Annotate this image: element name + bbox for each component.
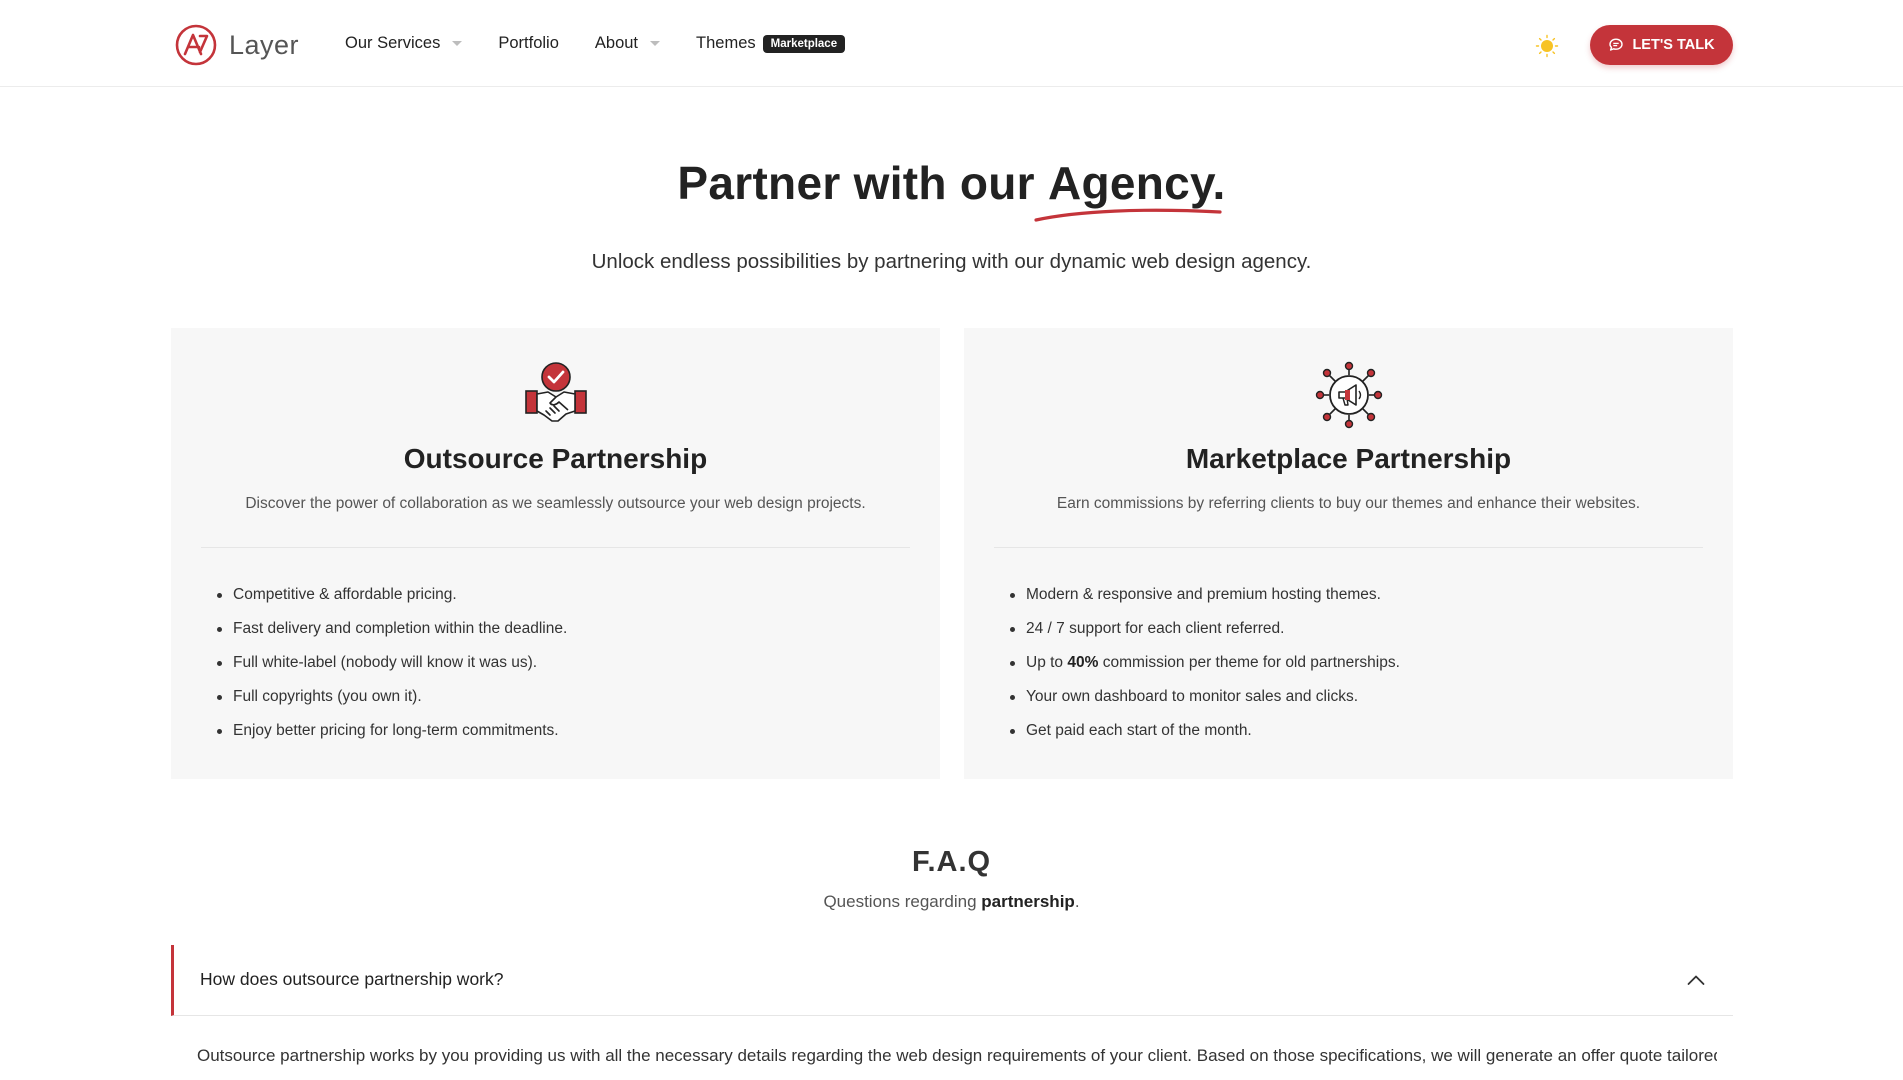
list-item: Full white-label (nobody will know it wa…: [216, 646, 567, 680]
list-item: Enjoy better pricing for long-term commi…: [216, 714, 567, 748]
underline-decoration: [1034, 208, 1222, 222]
nav-item-portfolio[interactable]: Portfolio: [498, 34, 559, 53]
feature-list: Competitive & affordable pricing. Fast d…: [216, 578, 567, 748]
list-item: Full copyrights (you own it).: [216, 680, 567, 714]
feature-list: Modern & responsive and premium hosting …: [1010, 578, 1400, 748]
nav-label: About: [594, 34, 639, 52]
divider: [201, 547, 910, 548]
faq-subtitle-suffix: .: [1074, 892, 1080, 911]
list-item: Modern & responsive and premium hosting …: [1010, 578, 1400, 612]
chevron-up-icon[interactable]: [1687, 973, 1705, 987]
card-title-rest: Partnership: [543, 443, 708, 474]
text-suffix: commission per theme for old partnership…: [1098, 654, 1400, 671]
title-highlight: Agency.: [1047, 157, 1226, 209]
nav-item-themes[interactable]: Themes Marketplace: [696, 34, 846, 53]
card-title: Marketplace Partnership: [964, 443, 1733, 475]
handshake-icon: [525, 362, 587, 422]
faq-title: F.A.Q: [911, 846, 992, 878]
megaphone-network-icon: [1315, 361, 1383, 429]
list-item: Competitive & affordable pricing.: [216, 578, 567, 612]
logo-text: Layer: [229, 29, 300, 60]
faq-answer: Outsource partnership works by you provi…: [197, 1046, 1717, 1065]
lets-talk-button[interactable]: LET'S TALK: [1590, 25, 1733, 65]
site-header: Layer Our Services Portfolio About Theme…: [0, 0, 1903, 87]
nav-label: Themes: [696, 34, 756, 52]
commission-value: 40%: [1067, 654, 1099, 671]
chat-icon: [1609, 38, 1624, 51]
card-title: Outsource Partnership: [171, 443, 940, 475]
nav-label: Portfolio: [498, 34, 559, 52]
title-prefix: Partner with our: [677, 157, 1048, 209]
list-item: Get paid each start of the month.: [1010, 714, 1400, 748]
card-title-bold: Outsource: [403, 443, 544, 474]
chevron-down-icon: [452, 41, 463, 46]
logo-mark-icon: [175, 24, 217, 66]
chevron-down-icon: [650, 41, 661, 46]
nav-label: Our Services: [345, 34, 441, 52]
card-title-rest: Partnership: [1347, 443, 1512, 474]
marketplace-partnership-card: Marketplace Partnership Earn commissions…: [964, 328, 1733, 779]
list-item: Fast delivery and completion within the …: [216, 612, 567, 646]
text-prefix: Up to: [1026, 654, 1068, 671]
list-item: Up to 40% commission per theme for old p…: [1010, 646, 1400, 680]
card-description: Earn commissions by referring clients to…: [1056, 495, 1641, 512]
faq-question: How does outsource partnership work?: [200, 969, 504, 989]
outsource-partnership-card: Outsource Partnership Discover the power…: [171, 328, 940, 779]
card-title-bold: Marketplace: [1185, 443, 1348, 474]
marketplace-badge: Marketplace: [762, 34, 846, 53]
faq-accordion-item[interactable]: How does outsource partnership work?: [171, 945, 1733, 1016]
nav-item-our-services[interactable]: Our Services: [345, 34, 463, 53]
divider: [994, 547, 1703, 548]
lets-talk-label: LET'S TALK: [1632, 37, 1715, 53]
page-title: Partner with our Agency.: [0, 156, 1903, 210]
list-item: 24 / 7 support for each client referred.: [1010, 612, 1400, 646]
faq-subtitle-bold: partnership: [981, 892, 1075, 911]
faq-subtitle-prefix: Questions regarding: [823, 892, 982, 911]
page-subtitle: Unlock endless possibilities by partneri…: [591, 250, 1312, 273]
nav-item-about[interactable]: About: [594, 34, 661, 53]
faq-subtitle: Questions regarding partnership.: [0, 892, 1903, 912]
list-item: Your own dashboard to monitor sales and …: [1010, 680, 1400, 714]
card-description: Discover the power of collaboration as w…: [245, 495, 866, 512]
main-nav: Our Services Portfolio About Themes Mark…: [345, 34, 881, 53]
logo[interactable]: Layer: [175, 24, 299, 66]
sun-icon[interactable]: [1535, 34, 1559, 58]
